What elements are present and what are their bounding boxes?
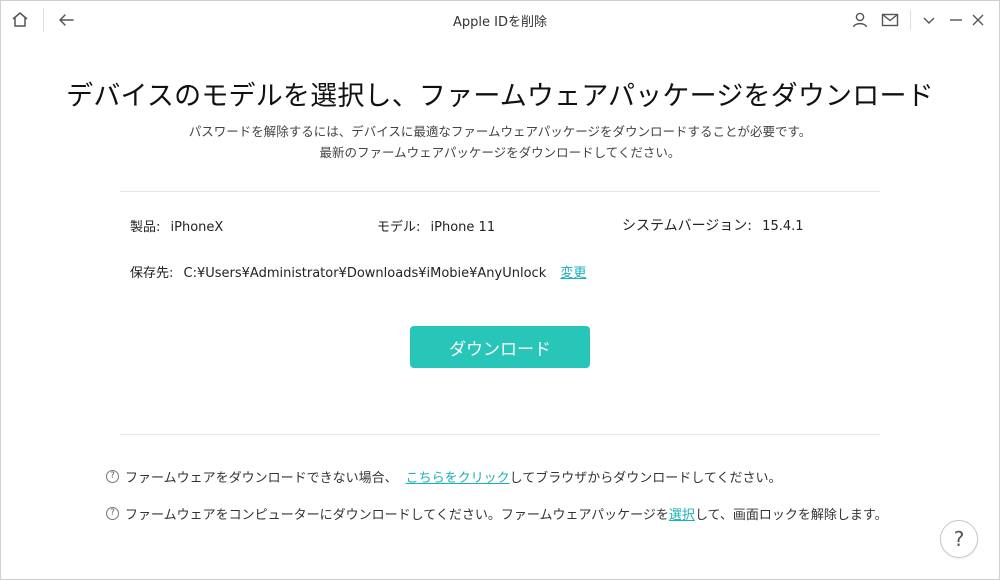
menu-button[interactable] xyxy=(915,6,943,34)
product-label: 製品: xyxy=(130,220,161,235)
mail-icon xyxy=(881,13,899,27)
note2-text: ファームウェアをコンピューターにダウンロードしてください。ファームウェアパッケー… xyxy=(125,508,669,523)
page-title: デバイスのモデルを選択し、ファームウェアパッケージをダウンロード xyxy=(66,81,934,112)
help-note-1: ? ファームウェアをダウンロードできない場合、 こちらをクリック してブラウザか… xyxy=(106,467,781,486)
model-info: モデル: iPhone 11 xyxy=(377,216,495,235)
change-path-link[interactable]: 変更 xyxy=(560,266,586,281)
question-icon: ? xyxy=(106,507,119,520)
system-version-label: システムバージョン: xyxy=(622,218,753,234)
page-subtitle-2: 最新のファームウェアパッケージをダウンロードしてください。 xyxy=(319,145,681,160)
title-bar: Apple IDを削除 xyxy=(0,0,1000,40)
help-note-2: ? ファームウェアをコンピューターにダウンロードしてください。ファームウェアパッ… xyxy=(106,504,888,523)
account-button[interactable] xyxy=(846,6,874,34)
page-subtitle: パスワードを解除するには、デバイスに最適なファームウェアパッケージをダウンロード… xyxy=(188,124,812,139)
save-path: C:¥Users¥Administrator¥Downloads¥iMobie¥… xyxy=(183,266,547,281)
minimize-icon xyxy=(950,19,962,21)
download-button[interactable]: ダウンロード xyxy=(410,326,590,368)
close-button[interactable] xyxy=(964,6,992,34)
chevron-down-icon xyxy=(923,17,935,24)
note2-suffix: して、画面ロックを解除します。 xyxy=(694,508,888,523)
titlebar-divider xyxy=(910,10,911,30)
question-icon: ? xyxy=(106,470,119,483)
save-label: 保存先: xyxy=(130,266,174,281)
help-button[interactable]: ? xyxy=(940,520,978,558)
note1-suffix: してブラウザからダウンロードしてください。 xyxy=(509,471,782,486)
model-label: モデル: xyxy=(377,220,421,235)
mail-button[interactable] xyxy=(876,6,904,34)
product-info: 製品: iPhoneX xyxy=(130,216,223,235)
close-icon xyxy=(972,14,984,26)
save-location: 保存先: C:¥Users¥Administrator¥Downloads¥iM… xyxy=(130,262,586,281)
system-version-value: 15.4.1 xyxy=(762,219,804,234)
click-here-link[interactable]: こちらをクリック xyxy=(406,467,510,486)
system-version-info: システムバージョン: 15.4.1 xyxy=(622,215,804,235)
divider-2 xyxy=(120,434,880,435)
divider xyxy=(120,191,880,192)
product-value: iPhoneX xyxy=(170,220,224,235)
model-value: iPhone 11 xyxy=(430,220,496,235)
user-icon xyxy=(852,12,868,28)
note1-text: ファームウェアをダウンロードできない場合、 xyxy=(125,471,398,486)
select-link[interactable]: 選択 xyxy=(669,504,695,523)
